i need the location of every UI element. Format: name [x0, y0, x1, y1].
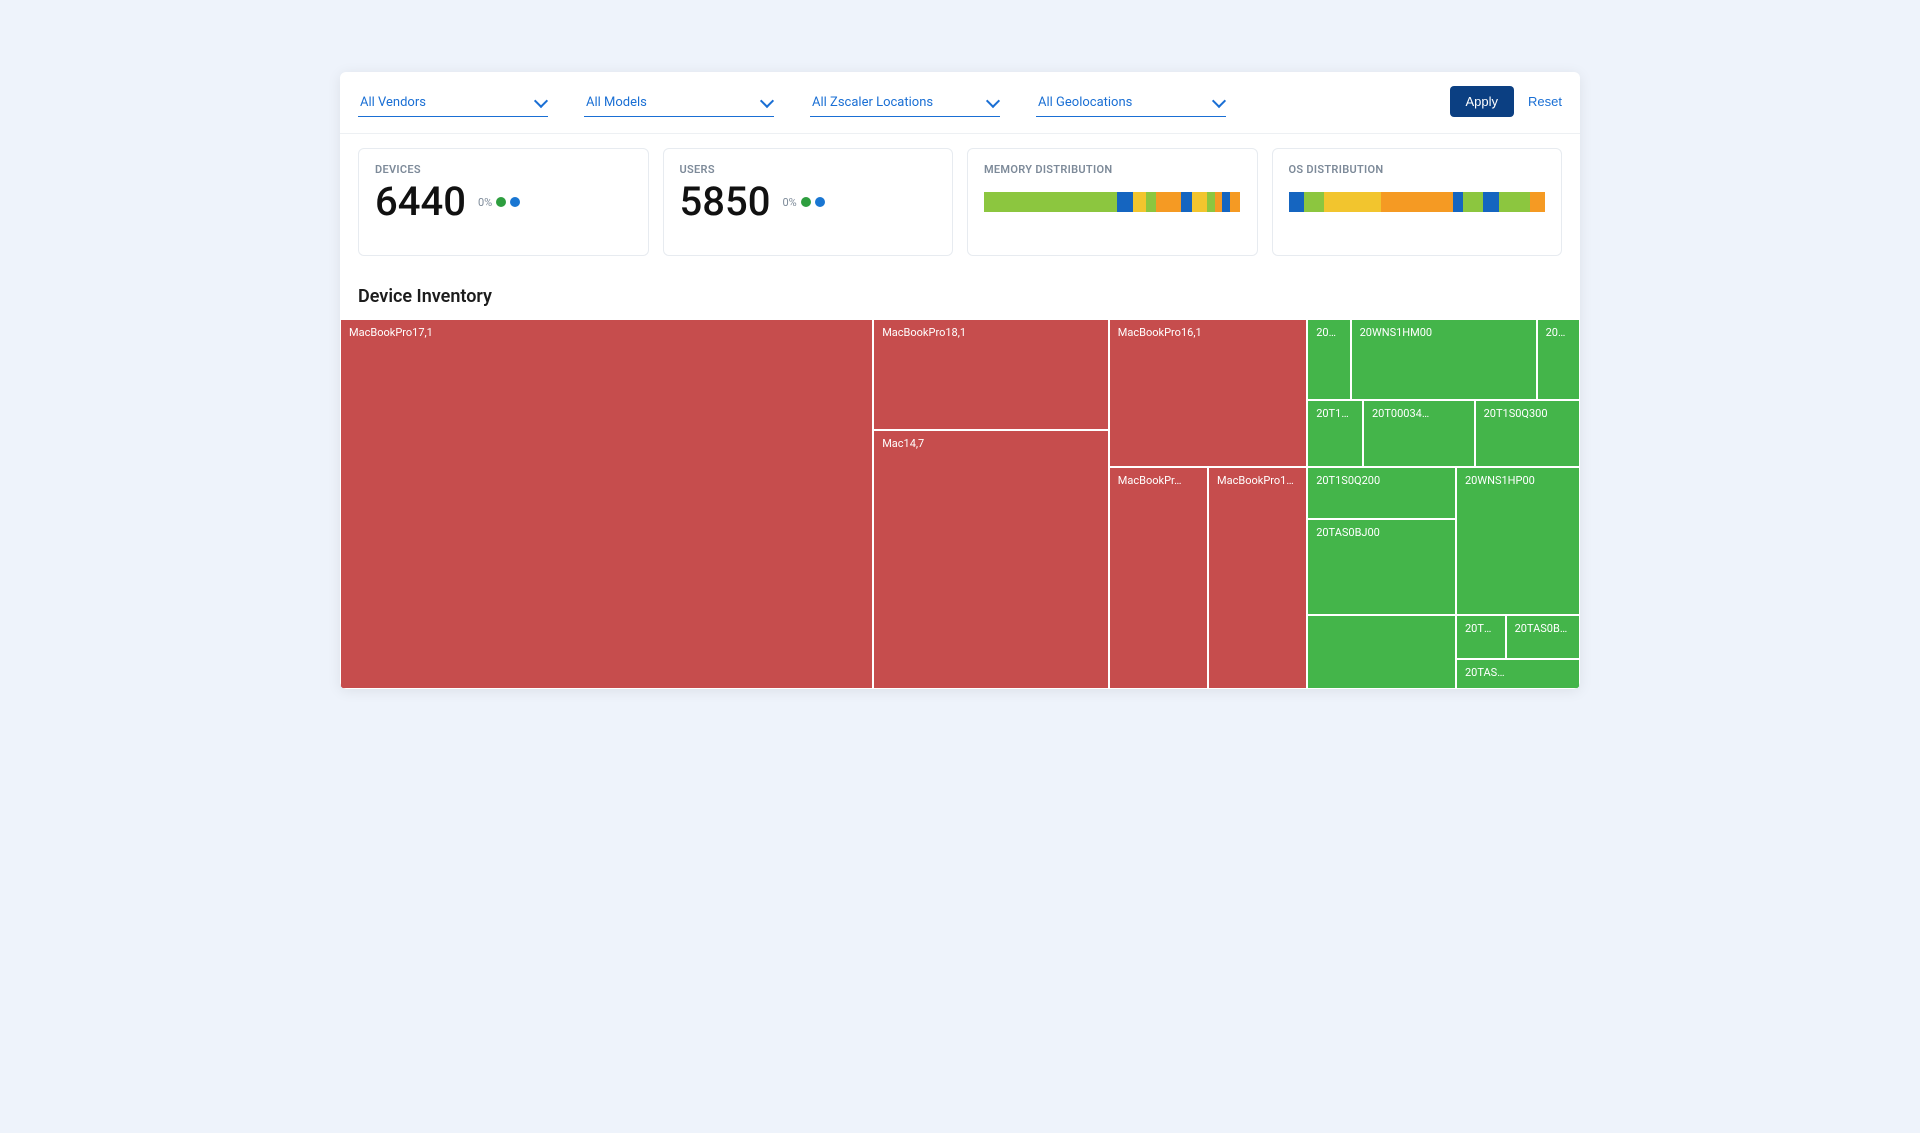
distribution-segment[interactable] [1156, 192, 1182, 212]
filter-models-label: All Models [586, 95, 647, 110]
distribution-segment[interactable] [1530, 192, 1545, 212]
kpi-devices-value: 6440 [375, 182, 466, 222]
os-distribution-chart [1289, 192, 1546, 212]
filter-vendors-label: All Vendors [360, 95, 426, 110]
filter-zscaler-locations[interactable]: All Zscaler Locations [810, 91, 1000, 117]
distribution-segment[interactable] [1499, 192, 1530, 212]
distribution-segment[interactable] [1483, 192, 1498, 212]
status-dot-icon [801, 197, 811, 207]
kpi-memory-label: MEMORY DISTRIBUTION [984, 163, 1241, 176]
kpi-row: DEVICES 6440 0% USERS 5850 0% [340, 134, 1580, 264]
device-inventory-treemap: MacBookPro17,1MacBookPro18,1Mac14,7MacBo… [340, 319, 1580, 689]
distribution-segment[interactable] [1289, 192, 1304, 212]
kpi-users-trend-text: 0% [782, 196, 796, 209]
distribution-segment[interactable] [1463, 192, 1484, 212]
distribution-segment[interactable] [1230, 192, 1240, 212]
distribution-segment[interactable] [1304, 192, 1325, 212]
distribution-segment[interactable] [1146, 192, 1156, 212]
distribution-segment[interactable] [1192, 192, 1207, 212]
kpi-devices-value-row: 6440 0% [375, 182, 632, 222]
filter-geo-label: All Geolocations [1038, 95, 1132, 110]
kpi-devices-trend: 0% [478, 196, 520, 209]
apply-button[interactable]: Apply [1450, 86, 1515, 117]
treemap-cell[interactable]: 20T00… [1456, 615, 1506, 659]
memory-distribution-chart [984, 192, 1241, 212]
chevron-down-icon [760, 93, 774, 107]
treemap-cell[interactable]: 20TAS0BJ00 [1307, 519, 1456, 615]
kpi-users-trend: 0% [782, 196, 824, 209]
filter-vendors[interactable]: All Vendors [358, 91, 548, 117]
info-dot-icon [815, 197, 825, 207]
chevron-down-icon [534, 93, 548, 107]
treemap-cell[interactable]: MacBookPr… [1109, 467, 1208, 689]
treemap-cell[interactable]: Mac14,7 [873, 430, 1109, 689]
filter-bar: All Vendors All Models All Zscaler Locat… [340, 72, 1580, 134]
dashboard-card: All Vendors All Models All Zscaler Locat… [340, 72, 1580, 689]
info-dot-icon [510, 197, 520, 207]
treemap-cell[interactable] [1307, 615, 1456, 689]
kpi-devices-label: DEVICES [375, 163, 632, 176]
treemap-cell[interactable]: 20Q5S… [1307, 319, 1350, 400]
treemap-cell[interactable]: MacBookPro18,1 [873, 319, 1109, 430]
status-dot-icon [496, 197, 506, 207]
kpi-users[interactable]: USERS 5850 0% [663, 148, 954, 256]
kpi-os-label: OS DISTRIBUTION [1289, 163, 1546, 176]
kpi-os-distribution[interactable]: OS DISTRIBUTION [1272, 148, 1563, 256]
filter-zscaler-label: All Zscaler Locations [812, 95, 933, 110]
filter-models[interactable]: All Models [584, 91, 774, 117]
distribution-segment[interactable] [984, 192, 1117, 212]
distribution-segment[interactable] [1207, 192, 1215, 212]
distribution-segment[interactable] [1324, 192, 1380, 212]
treemap-cell[interactable]: MacBookPro16,1 [1109, 319, 1307, 467]
treemap-cell[interactable]: 20T00034… [1363, 400, 1475, 467]
treemap-cell[interactable]: MacBookPro17,1 [340, 319, 873, 689]
distribution-segment[interactable] [1381, 192, 1453, 212]
treemap-cell[interactable]: 20W… [1537, 319, 1580, 400]
kpi-memory-distribution[interactable]: MEMORY DISTRIBUTION [967, 148, 1258, 256]
chevron-down-icon [1212, 93, 1226, 107]
treemap-cell[interactable]: 20T1S… [1307, 400, 1363, 467]
distribution-segment[interactable] [1181, 192, 1191, 212]
distribution-segment[interactable] [1133, 192, 1146, 212]
kpi-devices[interactable]: DEVICES 6440 0% [358, 148, 649, 256]
kpi-users-value: 5850 [680, 182, 771, 222]
section-title: Device Inventory [340, 264, 1580, 319]
reset-button[interactable]: Reset [1528, 94, 1562, 109]
filter-geolocations[interactable]: All Geolocations [1036, 91, 1226, 117]
treemap-cell[interactable]: 20TAS… [1456, 659, 1580, 689]
treemap-cell[interactable]: 20WNS1HP00 [1456, 467, 1580, 615]
chevron-down-icon [986, 93, 1000, 107]
distribution-segment[interactable] [1222, 192, 1230, 212]
treemap-cell[interactable]: 20WNS1HM00 [1351, 319, 1537, 400]
distribution-segment[interactable] [1453, 192, 1463, 212]
treemap-cell[interactable]: 20T1S0Q200 [1307, 467, 1456, 519]
page-frame: All Vendors All Models All Zscaler Locat… [270, 32, 1650, 729]
kpi-users-label: USERS [680, 163, 937, 176]
kpi-users-value-row: 5850 0% [680, 182, 937, 222]
filter-actions: Apply Reset [1450, 86, 1563, 117]
treemap-cell[interactable]: MacBookPro16,3 [1208, 467, 1307, 689]
treemap-cell[interactable]: 20TAS0BH00 [1506, 615, 1580, 659]
distribution-segment[interactable] [1117, 192, 1132, 212]
distribution-segment[interactable] [1215, 192, 1223, 212]
kpi-devices-trend-text: 0% [478, 196, 492, 209]
treemap-cell[interactable]: 20T1S0Q300 [1475, 400, 1580, 467]
